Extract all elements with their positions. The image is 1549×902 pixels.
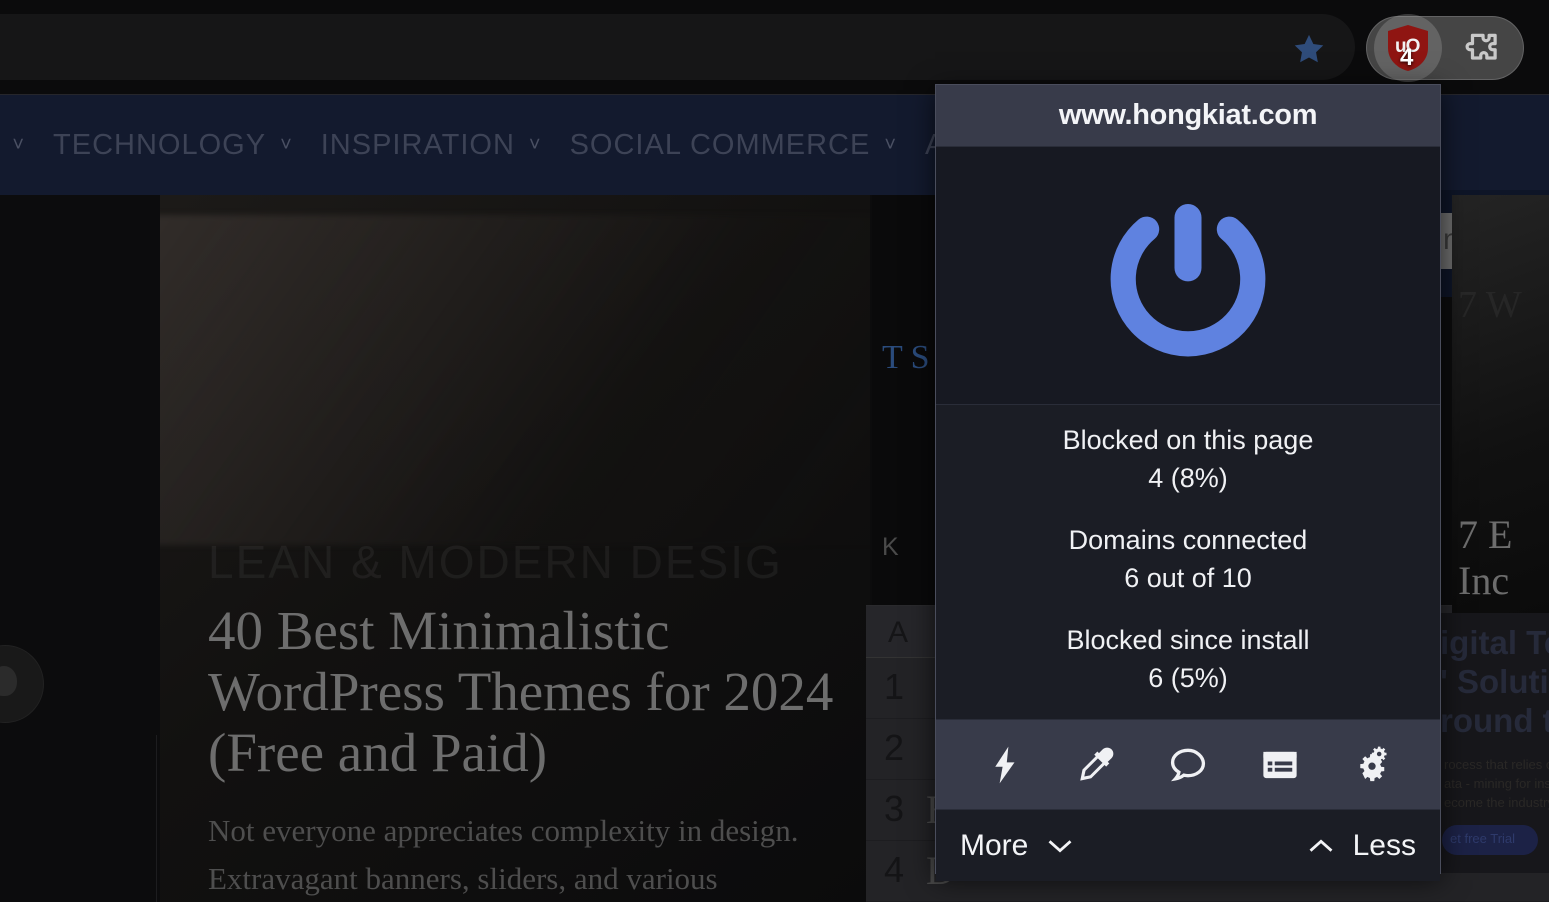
hero-title[interactable]: 40 Best Minimalistic WordPress Themes fo…: [208, 600, 848, 783]
eyedropper-icon[interactable]: [1065, 734, 1127, 796]
hero-background-image: [160, 215, 870, 545]
stat-blocked-on-page: Blocked on this page 4 (8%): [1063, 421, 1314, 497]
avatar-glyph: [0, 666, 17, 696]
column-divider: [156, 735, 157, 902]
nav-item-label: SOCIAL COMMERCE: [569, 128, 871, 161]
less-label: Less: [1352, 828, 1416, 862]
right-card-promo[interactable]: igital Te ' Solutio round t rocess that …: [1440, 613, 1549, 873]
popup-hostname: www.hongkiat.com: [1058, 99, 1318, 131]
hero-excerpt: Not everyone appreciates complexity in d…: [208, 813, 799, 896]
popup-power-section[interactable]: [936, 147, 1440, 405]
lightning-bolt-icon[interactable]: [973, 734, 1035, 796]
less-button[interactable]: Less: [1307, 829, 1416, 863]
right-card-title-line2: Inc: [1458, 558, 1510, 603]
right-card-promo-body3: ecome the industry leader: [1444, 795, 1549, 810]
right-card-promo-line1: igital Te: [1440, 624, 1549, 661]
stat-label: Blocked on this page: [1062, 425, 1314, 455]
nav-item-technology[interactable]: TECHNOLOGY ˅: [39, 129, 307, 162]
bookmark-star-icon[interactable]: [1290, 30, 1328, 68]
more-button[interactable]: More: [960, 829, 1074, 863]
stat-domains-connected: Domains connected 6 out of 10: [1069, 521, 1308, 597]
screen-root: V ˅ TECHNOLOGY ˅ INSPIRATION ˅ SOCIAL CO…: [0, 0, 1549, 902]
address-bar[interactable]: [0, 14, 1355, 80]
right-card-promo-cta-label: et free Trial: [1450, 831, 1516, 846]
stat-value: 4 (8%): [1148, 463, 1228, 493]
right-card-title-line1: 7 E: [1458, 512, 1513, 557]
popup-footer: More Less: [936, 809, 1440, 881]
chevron-down-icon: [1046, 829, 1074, 863]
right-card-promo-cta-button[interactable]: et free Trial: [1442, 825, 1538, 855]
chevron-up-icon: [1307, 829, 1335, 863]
right-card-kicker: 7 W: [1458, 284, 1522, 326]
stat-blocked-since-install: Blocked since install 6 (5%): [1066, 621, 1309, 697]
ublock-badge-count: 4: [1400, 44, 1414, 71]
popup-tools-bar: [936, 719, 1440, 809]
speech-bubble-icon[interactable]: [1157, 734, 1219, 796]
right-card-promo-line3: round t: [1440, 702, 1549, 739]
chevron-down-icon: ˅: [884, 133, 898, 156]
stat-label: Domains connected: [1068, 525, 1308, 555]
right-card-article[interactable]: 7 W 7 E Inc Jorda: [1452, 195, 1549, 613]
row-number: 4: [884, 849, 905, 890]
chevron-down-icon: ˅: [280, 133, 293, 156]
stat-label: Blocked since install: [1066, 625, 1310, 655]
column-header-a[interactable]: A: [888, 616, 908, 650]
nav-item-0[interactable]: V ˅: [0, 129, 39, 162]
nav-item-social-commerce[interactable]: SOCIAL COMMERCE ˅: [556, 129, 911, 162]
stat-value: 6 (5%): [1148, 663, 1228, 693]
ublock-popup-panel[interactable]: www.hongkiat.com Blocked on this page 4 …: [935, 84, 1441, 881]
puzzle-piece-icon[interactable]: [1452, 22, 1506, 74]
nav-item-inspiration[interactable]: INSPIRATION ˅: [307, 129, 556, 162]
right-card-promo-body1: rocess that relies on mech: [1444, 757, 1549, 772]
more-label: More: [960, 828, 1029, 862]
avatar: [0, 645, 44, 723]
right-card-promo-body2: ata - mining for insights an: [1444, 776, 1549, 791]
stat-value: 6 out of 10: [1124, 563, 1252, 593]
middle-column-byline: K: [882, 533, 899, 561]
nav-item-label: INSPIRATION: [320, 128, 515, 161]
report-list-icon[interactable]: [1249, 734, 1311, 796]
row-number: 2: [884, 727, 905, 768]
right-card-promo-line2: ' Solutio: [1440, 663, 1549, 700]
browser-toolbar: uO 4: [0, 0, 1549, 95]
power-button-icon: [1110, 203, 1266, 356]
chevron-down-icon: ˅: [12, 133, 26, 156]
hero-kicker: LEAN & MODERN DESIG: [208, 536, 783, 588]
row-number: 3: [884, 788, 905, 829]
row-number: 1: [884, 666, 905, 707]
popup-stats-section: Blocked on this page 4 (8%) Domains conn…: [936, 405, 1440, 719]
popup-header: www.hongkiat.com: [936, 85, 1440, 147]
gears-icon[interactable]: [1341, 734, 1403, 796]
chevron-down-icon: ˅: [528, 133, 542, 156]
nav-item-label: TECHNOLOGY: [53, 128, 267, 161]
